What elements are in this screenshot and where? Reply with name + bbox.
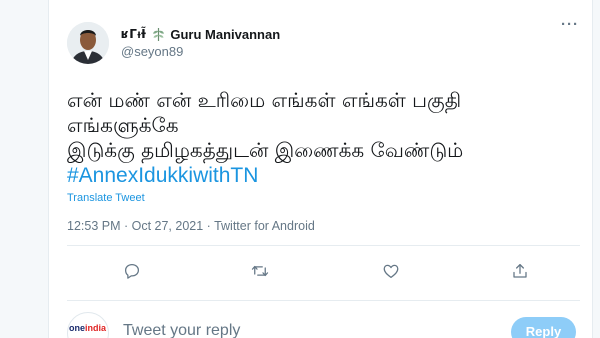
reply-composer: oneindia Tweet your reply Reply xyxy=(67,308,580,338)
author-avatar[interactable] xyxy=(67,22,109,64)
share-button[interactable] xyxy=(507,258,533,284)
divider xyxy=(67,300,580,301)
more-options-icon[interactable]: ··· xyxy=(560,17,580,38)
author-names: ʁΓᵼƗ̃ Guru Manivannan @seyon89 xyxy=(121,25,280,60)
author-name-line[interactable]: ʁΓᵼƗ̃ Guru Manivannan xyxy=(121,25,280,43)
tweet-text-line: என் மண் என் உரிமை எங்கள் எங்கள் பகுதி xyxy=(67,88,462,112)
tweet-text-line: இடுக்கு தமிழகத்துடன் இணைக்க வேண்டும் xyxy=(67,138,464,162)
retweet-icon xyxy=(251,265,269,277)
translate-tweet-link[interactable]: Translate Tweet xyxy=(67,192,145,204)
like-button[interactable] xyxy=(378,258,404,284)
author-name-prefix: ʁΓᵼƗ̃ xyxy=(121,27,147,41)
author-handle[interactable]: @seyon89 xyxy=(121,44,280,59)
tweet-meta[interactable]: 12:53 PM · Oct 27, 2021 · Twitter for An… xyxy=(67,219,315,233)
reply-submit-button[interactable]: Reply xyxy=(511,317,576,338)
oneindia-logo: oneindia xyxy=(69,323,107,333)
sparkle-leaf-icon xyxy=(151,27,166,42)
tweet-text-line: எங்களுக்கே xyxy=(67,113,179,137)
divider xyxy=(67,245,580,246)
user-avatar: oneindia xyxy=(67,312,109,338)
reply-icon xyxy=(124,263,140,279)
reply-input[interactable]: Tweet your reply xyxy=(123,322,240,338)
tweet-card: ʁΓᵼƗ̃ Guru Manivannan @seyon89 ··· என் ம… xyxy=(48,0,593,338)
reply-button[interactable] xyxy=(119,258,145,284)
tweet-text: என் மண் என் உரிமை எங்கள் எங்கள் பகுதி எங… xyxy=(67,88,587,188)
hashtag-link[interactable]: #AnnexIdukkiwithTN xyxy=(67,163,587,188)
tweet-actions xyxy=(67,258,580,284)
retweet-button[interactable] xyxy=(247,258,273,284)
share-icon xyxy=(513,263,527,278)
tweet-header: ʁΓᵼƗ̃ Guru Manivannan @seyon89 ··· xyxy=(67,17,580,70)
like-icon xyxy=(383,264,399,279)
author-display-name: Guru Manivannan xyxy=(170,26,281,42)
